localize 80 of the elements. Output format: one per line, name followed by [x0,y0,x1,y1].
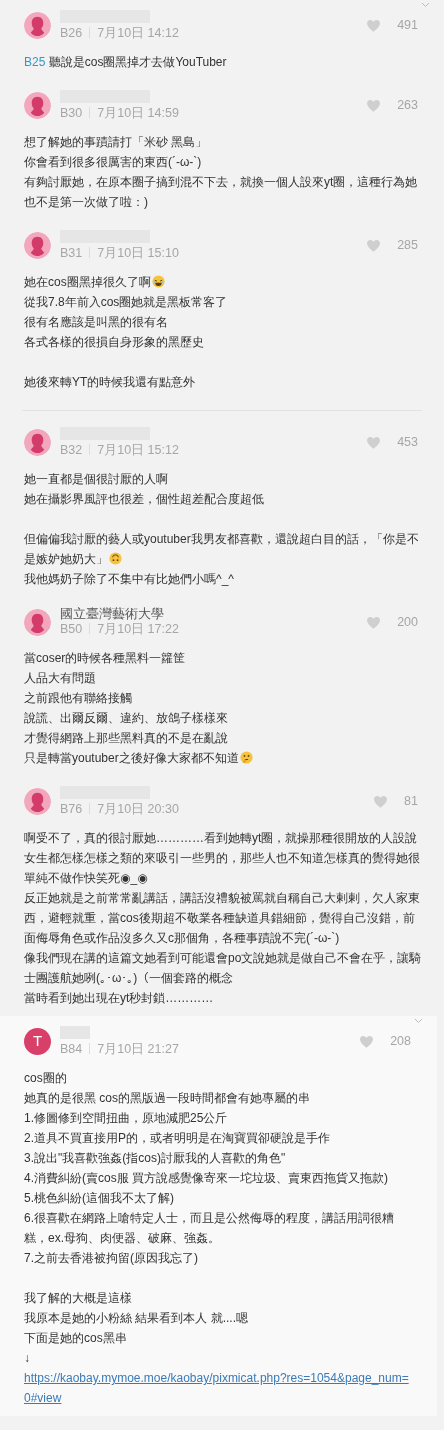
laughing-face-icon [151,275,165,288]
comment-text: 她一直都是個很討厭的人啊 [24,472,168,486]
comment-text: 她後來轉YT的時候我還有點意外 [24,375,196,389]
comment-text: 像我們現在講的這篇文她看到可能還會po文說她就是做自己不會在乎，讓騎士團護航她咧(｡･ω･｡)（一個套路的概念 [24,951,422,985]
comment-text: 想了解她的事蹟請打「米砂 黑島」 [24,135,208,149]
author-name: 國立臺灣藝術大學 [60,607,165,621]
comment-text: 才覺得網路上那些黑料真的不是在亂說 [24,731,228,745]
post-date: 7月10日 14:12 [97,26,179,40]
like-count: 453 [397,434,418,452]
comment-text: 但偏偏我討厭的藝人或youtuber我男友都喜歡，還說超白目的話，「你是不 [24,532,419,546]
comment-text: 下面是她的cos黑串 [24,1331,127,1345]
heart-icon[interactable] [366,99,382,112]
comment-text: 我了解的大概是這樣 [24,1291,132,1305]
heart-icon[interactable] [373,795,389,808]
comment-text: 只是轉當youtuber之後好像大家都不知道 [24,751,239,765]
comment-text: 6.很喜歡在網路上嗆特定人士，而且是公然侮辱的程度，講話用詞很糟糕，ex.母狗、肉便器、破麻、強姦。 [24,1211,394,1245]
url-link[interactable]: https://kaobay.mymoe.moe/kaobay/pixmicat.php?res=1054&page_num=0#view [24,1368,415,1408]
comment-text: 她在攝影界風評也很差，個性超差配合度超低 [24,492,264,506]
floor-number: B32 [60,443,83,457]
avatar: T [24,1028,51,1055]
comment-text: 7.之前去香港被拘留(原因我忘了) [24,1251,198,1265]
like-count: 285 [397,237,418,255]
comment-text: 你會看到很多很厲害的東西(´-ω-`) [24,155,202,169]
floor-number: B50 [60,622,83,636]
floor-number: B76 [60,802,83,816]
comment-text: 4.消費糾紛(賣cos服 買方說感覺像寄來一坨垃圾、賣東西拖貨又拖款) [24,1171,388,1185]
avatar [24,608,51,636]
avatar [24,429,51,456]
floor-number: B31 [60,246,83,260]
comment-text: 從我7.8年前入cos圈她就是黑板常客了 [24,295,228,309]
post-date: 7月10日 15:12 [97,443,179,457]
comment-text: 人品大有問題 [24,671,96,685]
upside-down-face-icon [109,552,122,565]
avatar [24,232,51,259]
floor-number: B30 [60,106,83,120]
like-count: 81 [404,793,418,811]
post-date: 7月10日 15:10 [97,246,179,260]
post-date: 7月10日 21:27 [97,1042,179,1056]
avatar [24,12,51,39]
comment-text: 3.說出"我喜歡強姦(指cos)討厭我的人喜歡的角色" [24,1151,286,1165]
chevron-icon[interactable] [414,1018,423,1024]
comment-text: 5.桃色糾紛(這個我不太了解) [24,1191,174,1205]
comment-text: 之前跟他有聯絡接觸 [24,691,132,705]
comment-text: 當時看到她出現在yt秒封鎖………… [24,991,214,1005]
comment-text: 各式各樣的很損自身形象的黑歷史 [24,335,204,349]
reply-mention-link[interactable]: B25 [24,55,46,69]
comment-text: 啊受不了，真的很討厭她…………看到她轉yt圈，就操那種很開放的人設說女生都怎樣怎樣之類的來吸引一些男的，那些人也不知道怎樣真的覺得她很單純不做作快笑死◉_◉ [24,831,420,885]
heart-icon[interactable] [366,436,382,449]
post-date: 7月10日 17:22 [97,622,179,636]
comment-text: 當coser的時候各種黑料一籮筐 [24,651,186,665]
comment-text: 反正她就是之前常常亂講話，講話沒禮貌被罵就自稱自己大剌剌，欠人家東西，避輕就重，當cos後期超不敬業各種缺道具錯細節，覺得自己沒錯，前面侮辱角色或作品沒多久又c那個角，各種事蹟說不完(´-ω-`) [24,891,420,945]
floor-number: B26 [60,26,83,40]
comment-text: 很有名應該是叫黑的很有名 [24,315,168,329]
like-count: 263 [397,97,418,115]
comment-text: 她真的是很黑 cos的黑版過一段時間都會有她專屬的串 [24,1091,310,1105]
heart-icon[interactable] [366,19,382,32]
comment-text: ↓ [24,1351,30,1365]
comment-text: 我他媽奶子除了不集中有比她們小嗎^_^ [24,572,234,586]
comment-text: 是嫉妒她奶大」 [24,552,108,566]
comment-text: 她在cos圈黑掉很久了啊 [24,275,151,289]
avatar [24,788,51,815]
avatar [24,92,51,119]
post-date: 7月10日 20:30 [97,802,179,816]
like-count: 491 [397,17,418,35]
comment-text: 我原本是她的小粉絲 結果看到本人 就....嗯 [24,1311,248,1325]
floor-number: B84 [60,1042,83,1056]
comment-text: 1.修圖修到空間扭曲，原地減肥25公斤 [24,1111,228,1125]
chevron-icon[interactable] [421,2,430,8]
like-count: 200 [397,613,418,631]
comment-text: 聽說是cos圈黑掉才去做YouTuber [48,55,227,69]
comment-text: 有夠討厭她，在原本圈子搞到混不下去，就換一個人設來yt圈，這種行為她也不是第一次做了啦：) [24,175,418,209]
comment-text: 說謊、出爾反爾、違約、放鴿子樣樣來 [24,711,228,725]
heart-icon[interactable] [359,1035,375,1048]
thinking-face-icon [239,751,253,764]
like-count: 208 [390,1033,411,1051]
post-date: 7月10日 14:59 [97,106,179,120]
comment-text: cos圈的 [24,1071,67,1085]
heart-icon[interactable] [366,239,382,252]
heart-icon[interactable] [366,615,382,629]
comment-text: 2.道具不買直接用P的，或者明明是在淘寶買卻硬說是手作 [24,1131,330,1145]
